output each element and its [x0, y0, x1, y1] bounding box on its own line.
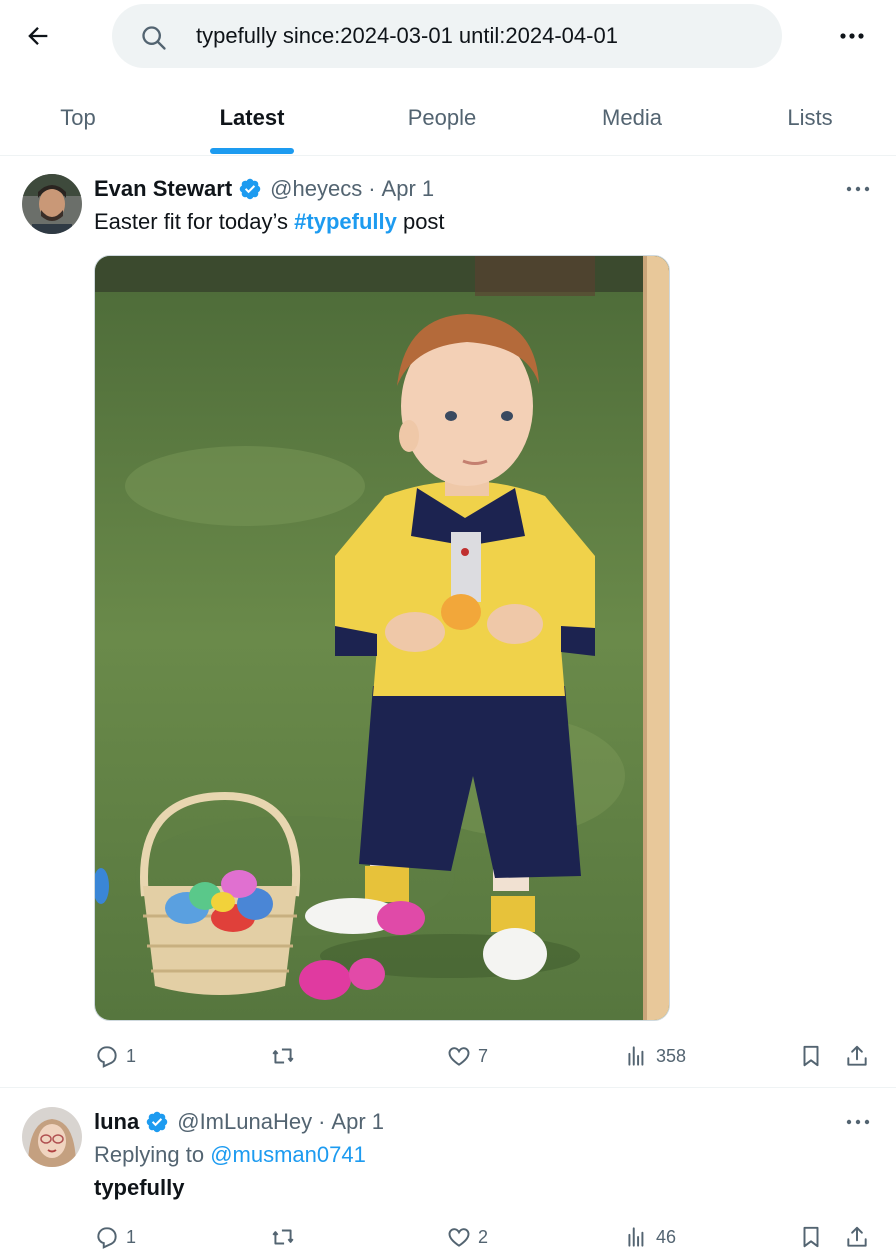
- like-count: 7: [478, 1045, 489, 1066]
- bookmark-icon: [803, 1226, 819, 1248]
- tab-lists[interactable]: Lists: [760, 80, 860, 156]
- arrow-left-icon: [28, 27, 48, 45]
- separator-dot: ·: [368, 176, 376, 201]
- mention-link[interactable]: @musman0741: [210, 1142, 366, 1167]
- tweet-timestamp[interactable]: Apr 1: [382, 176, 435, 202]
- author-name[interactable]: Evan Stewart: [94, 176, 232, 202]
- share-icon: [847, 1226, 867, 1247]
- tweet-header: Evan Stewart @heyecs · Apr 1: [94, 176, 434, 202]
- hashtag-link[interactable]: #typefully: [294, 209, 397, 234]
- verified-badge-icon: [146, 1111, 168, 1133]
- tweet-text: Easter fit for today’s #typefully post: [94, 209, 445, 235]
- analytics-icon: [628, 1227, 644, 1247]
- tab-top[interactable]: Top: [28, 80, 128, 156]
- reply-button[interactable]: 1: [94, 1036, 136, 1076]
- top-bar: [0, 0, 896, 72]
- more-options-button[interactable]: [830, 16, 874, 56]
- author-handle[interactable]: @heyecs: [270, 176, 362, 202]
- avatar[interactable]: [22, 1107, 82, 1167]
- repost-icon: [272, 1229, 294, 1245]
- reply-icon: [97, 1046, 117, 1068]
- tweet-photo[interactable]: [94, 255, 670, 1021]
- search-input[interactable]: [196, 4, 756, 68]
- search-box[interactable]: [112, 4, 782, 68]
- like-button[interactable]: 7: [446, 1036, 488, 1076]
- repost-icon: [272, 1048, 294, 1064]
- tweet-actions: 1 2 46: [94, 1217, 884, 1257]
- tweet-text-part: Easter fit for today’s: [94, 209, 295, 234]
- tweet[interactable]: Evan Stewart @heyecs · Apr 1 Easter fit …: [0, 156, 896, 1088]
- share-icon: [847, 1045, 867, 1066]
- avatar-image: [22, 174, 82, 234]
- reply-icon: [97, 1227, 117, 1249]
- author-handle[interactable]: @ImLunaHey: [177, 1109, 312, 1135]
- more-icon: [840, 33, 864, 39]
- more-icon: [846, 1119, 870, 1125]
- avatar-image: [22, 1107, 82, 1167]
- tweet-timestamp[interactable]: Apr 1: [331, 1109, 384, 1135]
- like-button[interactable]: 2: [446, 1217, 488, 1257]
- replying-prefix: Replying to: [94, 1142, 211, 1167]
- view-count: 358: [656, 1045, 687, 1066]
- reply-count: 1: [126, 1045, 137, 1066]
- photo-illustration: [95, 256, 669, 1020]
- separator-dot: ·: [318, 1109, 326, 1134]
- author-name[interactable]: luna: [94, 1109, 139, 1135]
- avatar[interactable]: [22, 174, 82, 234]
- tweet-text-part: post: [396, 209, 445, 234]
- views-button[interactable]: 46: [624, 1217, 676, 1257]
- active-tab-indicator: [210, 148, 294, 154]
- share-button[interactable]: [844, 1217, 870, 1257]
- bookmark-button[interactable]: [798, 1217, 824, 1257]
- more-icon: [846, 186, 870, 192]
- like-count: 2: [478, 1226, 489, 1247]
- tweet-more-button[interactable]: [840, 1107, 876, 1137]
- tab-media[interactable]: Media: [582, 80, 682, 156]
- share-button[interactable]: [844, 1036, 870, 1076]
- heart-icon: [448, 1228, 470, 1247]
- views-button[interactable]: 358: [624, 1036, 686, 1076]
- tweet-text: typefully: [94, 1175, 185, 1200]
- verified-badge-icon: [239, 178, 261, 200]
- reply-button[interactable]: 1: [94, 1217, 136, 1257]
- reply-count: 1: [126, 1226, 137, 1247]
- repost-button[interactable]: [270, 1036, 302, 1076]
- tweet-actions: 1 7 358: [94, 1036, 884, 1076]
- repost-button[interactable]: [270, 1217, 302, 1257]
- search-icon: [142, 26, 166, 50]
- tweet-more-button[interactable]: [840, 174, 876, 204]
- heart-icon: [448, 1047, 470, 1066]
- search-tabs: Top Latest People Media Lists: [0, 80, 896, 156]
- bookmark-button[interactable]: [798, 1036, 824, 1076]
- replying-to: Replying to @musman0741: [94, 1142, 366, 1168]
- tab-people[interactable]: People: [392, 80, 492, 156]
- tab-latest[interactable]: Latest: [202, 80, 302, 156]
- tweet[interactable]: luna @ImLunaHey · Apr 1 Replying to @mus…: [0, 1089, 896, 1260]
- tweet-header: luna @ImLunaHey · Apr 1: [94, 1109, 384, 1135]
- bookmark-icon: [803, 1045, 819, 1067]
- back-button[interactable]: [18, 16, 58, 56]
- analytics-icon: [628, 1046, 644, 1066]
- view-count: 46: [656, 1226, 677, 1247]
